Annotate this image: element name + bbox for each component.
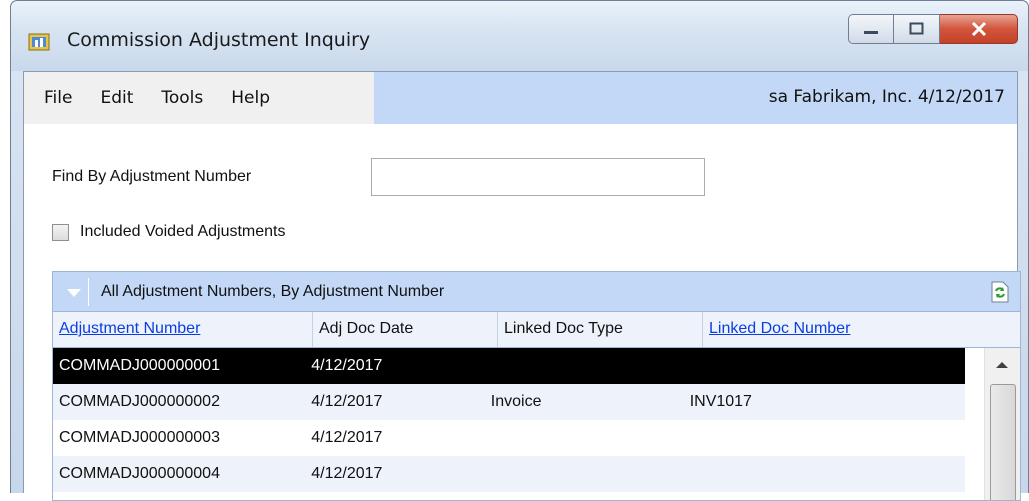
minimize-icon [864,31,878,34]
close-button[interactable] [940,14,1018,44]
adj-doc-date-cell: 4/12/2017 [311,465,383,482]
minimize-button[interactable] [848,14,894,44]
menu-edit[interactable]: Edit [100,88,133,108]
scrollbar-thumb[interactable] [990,384,1016,500]
scroll-up-arrow-icon[interactable] [996,362,1008,368]
refresh-icon[interactable] [990,281,1010,303]
window-controls [848,14,1018,46]
table-row[interactable]: COMMADJ000000004 4/12/2017 [53,456,965,492]
adjustments-scrolling-window: All Adjustment Numbers, By Adjustment Nu… [52,271,1021,501]
close-icon [971,21,986,37]
column-headers: Adjustment Number Adj Doc Date Linked Do… [53,312,1020,348]
adjustment-number-cell: COMMADJ000000001 [59,357,220,374]
find-adjustment-input[interactable] [371,158,705,196]
include-voided-label[interactable]: Included Voided Adjustments [80,223,285,241]
app-icon [28,33,50,51]
menu-help[interactable]: Help [231,88,270,108]
window-title: Commission Adjustment Inquiry [67,29,371,51]
adjustment-number-cell: COMMADJ000000002 [59,393,220,410]
maximize-icon [909,22,923,35]
collapse-arrow-icon[interactable] [67,289,81,297]
window-client-area: File Edit Tools Help sa Fabrikam, Inc. 4… [23,71,1021,501]
linked-doc-number-cell: INV1017 [689,393,752,410]
header-divider [88,278,89,306]
menu-bar: File Edit Tools Help sa Fabrikam, Inc. 4… [24,72,1017,124]
table-row[interactable]: COMMADJ000000001 4/12/2017 [53,348,965,384]
menu-file[interactable]: File [44,88,72,108]
adj-doc-date-cell: 4/12/2017 [311,393,383,410]
column-header-adj-doc-date: Adj Doc Date [313,312,498,347]
menu-items: File Edit Tools Help [24,72,374,124]
table-row[interactable]: COMMADJ000000003 4/12/2017 [53,420,965,456]
adjustment-number-cell: COMMADJ000000004 [59,465,220,482]
title-bar[interactable]: Commission Adjustment Inquiry [11,1,1028,71]
maximize-button[interactable] [894,14,940,44]
linked-doc-type-cell: Invoice [490,393,542,410]
inquiry-form: Find By Adjustment Number Included Voide… [24,124,1021,501]
find-adjustment-label: Find By Adjustment Number [52,168,252,185]
adjustment-number-cell: COMMADJ000000003 [59,429,220,446]
grid-view-title[interactable]: All Adjustment Numbers, By Adjustment Nu… [101,283,444,301]
adjustment-rows: COMMADJ000000001 4/12/2017 COMMADJ000000… [53,348,965,492]
adj-doc-date-cell: 4/12/2017 [311,429,383,446]
column-header-linked-doc-type: Linked Doc Type [498,312,703,347]
table-row[interactable]: COMMADJ000000002 4/12/2017 Invoice INV10… [53,384,965,420]
adj-doc-date-cell: 4/12/2017 [311,357,383,374]
column-header-linked-doc-number[interactable]: Linked Doc Number [703,312,993,347]
vertical-scrollbar[interactable] [984,348,1020,500]
grid-header-bar: All Adjustment Numbers, By Adjustment Nu… [53,272,1020,312]
commission-adjustment-inquiry-window: Commission Adjustment Inquiry File Edit … [10,0,1029,501]
menu-tools[interactable]: Tools [161,88,203,108]
include-voided-checkbox[interactable] [52,224,69,241]
column-header-adjustment-number[interactable]: Adjustment Number [53,312,313,347]
user-company-date-status: sa Fabrikam, Inc. 4/12/2017 [768,87,1005,107]
